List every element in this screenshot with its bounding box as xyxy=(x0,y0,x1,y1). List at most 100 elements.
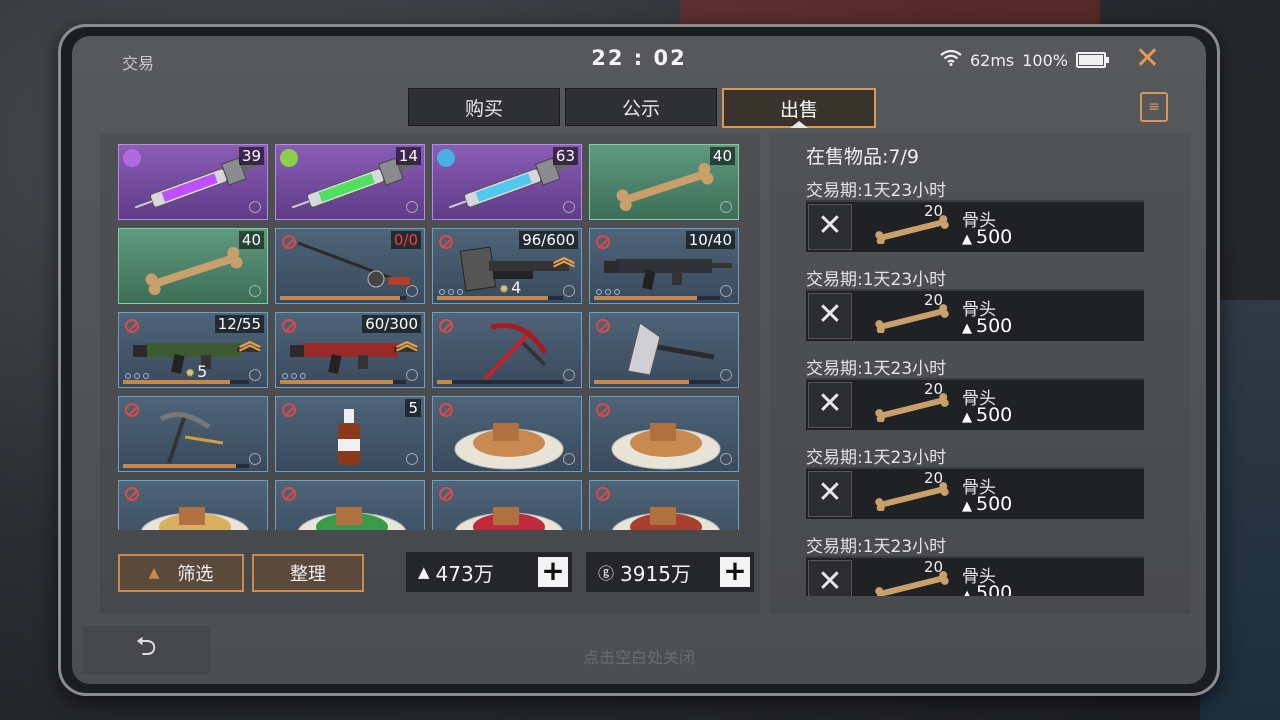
inventory-slot[interactable]: 14 xyxy=(275,144,425,220)
trade-period: 交易期:1天23小时 xyxy=(806,448,947,468)
untradeable-icon xyxy=(282,319,296,333)
info-icon xyxy=(406,285,418,297)
buff-icon xyxy=(280,149,298,167)
inventory-slot[interactable]: 96/600︽4 xyxy=(432,228,582,304)
durability-bar xyxy=(437,296,563,300)
latency: 62ms xyxy=(969,50,1015,70)
info-icon xyxy=(563,285,575,297)
sale-price: 500 xyxy=(962,226,1012,248)
inventory-grid: 39146340400/096/600︽410/4012/55︽560/300︽… xyxy=(118,144,743,530)
info-icon xyxy=(563,369,575,381)
upgrade-icon: ︽ xyxy=(395,330,418,355)
untradeable-icon xyxy=(282,403,296,417)
inventory-slot[interactable]: 40 xyxy=(118,228,268,304)
inventory-slot[interactable]: 12/55︽5 xyxy=(118,312,268,388)
tab-sell[interactable]: 出售 xyxy=(722,88,876,128)
sort-button[interactable]: 整理 xyxy=(252,554,364,592)
info-icon xyxy=(406,453,418,465)
status-bar: 62ms 100% xyxy=(940,49,1109,70)
tab-notice[interactable]: 公示 xyxy=(565,88,717,126)
sale-count: 20 xyxy=(924,202,944,220)
trade-screen: 交易 22 : 02 62ms 100% ✕ 购买 公示 出售 ≡ 39 14 63… xyxy=(72,36,1206,684)
sale-entry: 交易期:1天23小时 ✕ 20 骨头 500 xyxy=(806,530,1144,596)
inventory-slot[interactable] xyxy=(118,480,268,530)
inventory-slot[interactable] xyxy=(589,480,739,530)
sale-row[interactable]: ✕ 20 骨头 500 xyxy=(806,469,1144,519)
upgrade-icon: ︽ xyxy=(238,330,261,355)
item-count: 10/40 xyxy=(685,231,735,249)
inventory-slot[interactable] xyxy=(275,480,425,530)
cancel-sale-button[interactable]: ✕ xyxy=(808,471,852,517)
quality-dots xyxy=(282,373,306,379)
item-count: 0/0 xyxy=(390,231,421,249)
untradeable-icon xyxy=(596,235,610,249)
quality-dots xyxy=(439,289,463,295)
cancel-sale-button[interactable]: ✕ xyxy=(808,382,852,428)
quality-dots xyxy=(125,373,149,379)
filter-button[interactable]: ▲ 筛选 xyxy=(118,554,244,592)
untradeable-icon xyxy=(125,319,139,333)
info-icon xyxy=(249,201,261,213)
upgrade-icon: ︽ xyxy=(552,246,575,271)
inventory-slot[interactable] xyxy=(432,312,582,388)
durability-bar xyxy=(437,380,563,384)
gold-icon: ▲ xyxy=(418,563,430,581)
item-count: 39 xyxy=(238,147,264,165)
cancel-sale-button[interactable]: ✕ xyxy=(808,204,852,250)
inventory-slot[interactable]: 60/300 ︽ xyxy=(275,312,425,388)
info-icon xyxy=(406,369,418,381)
info-icon xyxy=(720,285,732,297)
durability-bar xyxy=(123,380,249,384)
add-coin-button[interactable]: + xyxy=(720,557,750,587)
untradeable-icon xyxy=(439,235,453,249)
inventory-slot[interactable] xyxy=(432,396,582,472)
add-gold-button[interactable]: + xyxy=(538,557,568,587)
item-count: 63 xyxy=(552,147,578,165)
inventory-slot[interactable]: 5 xyxy=(275,396,425,472)
inventory-slot[interactable]: 39 xyxy=(118,144,268,220)
untradeable-icon xyxy=(282,235,296,249)
sales-list[interactable]: 交易期:1天23小时 ✕ 20 骨头 500 交易期:1天23小时 ✕ 20 骨… xyxy=(806,174,1146,596)
untradeable-icon xyxy=(125,403,139,417)
inventory-slot[interactable]: 63 xyxy=(432,144,582,220)
sale-row[interactable]: ✕ 20 骨头 500 xyxy=(806,558,1144,596)
item-level: 4 xyxy=(499,278,521,297)
inventory-slot[interactable]: 0/0 xyxy=(275,228,425,304)
trade-period: 交易期:1天23小时 xyxy=(806,181,947,201)
inventory-slot[interactable]: 40 xyxy=(589,144,739,220)
sale-row[interactable]: ✕ 20 骨头 500 xyxy=(806,380,1144,430)
clipboard-icon[interactable]: ≡ xyxy=(1140,92,1168,122)
battery-icon xyxy=(1076,52,1109,68)
cancel-sale-button[interactable]: ✕ xyxy=(808,560,852,596)
buff-icon xyxy=(437,149,455,167)
inventory-slot[interactable]: 10/40 xyxy=(589,228,739,304)
close-icon[interactable]: ✕ xyxy=(1135,44,1160,74)
inventory-slot[interactable] xyxy=(432,480,582,530)
sale-entry: 交易期:1天23小时 ✕ 20 骨头 500 xyxy=(806,263,1144,347)
untradeable-icon xyxy=(439,487,453,501)
tab-bar: 购买 公示 出售 xyxy=(408,88,876,128)
coin-icon: ⓖ xyxy=(598,564,615,583)
close-hint: 点击空白处关闭 xyxy=(582,648,695,667)
trade-period: 交易期:1天23小时 xyxy=(806,270,947,290)
inventory-slot[interactable] xyxy=(589,312,739,388)
durability-bar xyxy=(123,464,249,468)
filter-label: 筛选 xyxy=(177,564,214,585)
info-icon xyxy=(406,201,418,213)
info-icon xyxy=(720,453,732,465)
cancel-sale-button[interactable]: ✕ xyxy=(808,293,852,339)
sale-count: 20 xyxy=(924,469,944,487)
coin-amount: 3915万 xyxy=(620,561,691,586)
inventory-slot[interactable] xyxy=(589,396,739,472)
sale-entry: 交易期:1天23小时 ✕ 20 骨头 500 xyxy=(806,174,1144,258)
info-icon xyxy=(249,285,261,297)
durability-bar xyxy=(594,380,720,384)
inventory-slot[interactable] xyxy=(118,396,268,472)
item-count: 40 xyxy=(709,147,735,165)
tab-buy[interactable]: 购买 xyxy=(408,88,560,126)
sale-row[interactable]: ✕ 20 骨头 500 xyxy=(806,202,1144,252)
info-icon xyxy=(249,369,261,381)
untradeable-icon xyxy=(596,487,610,501)
coin-balance: ⓖ 3915万 + xyxy=(586,552,754,592)
sale-row[interactable]: ✕ 20 骨头 500 xyxy=(806,291,1144,341)
